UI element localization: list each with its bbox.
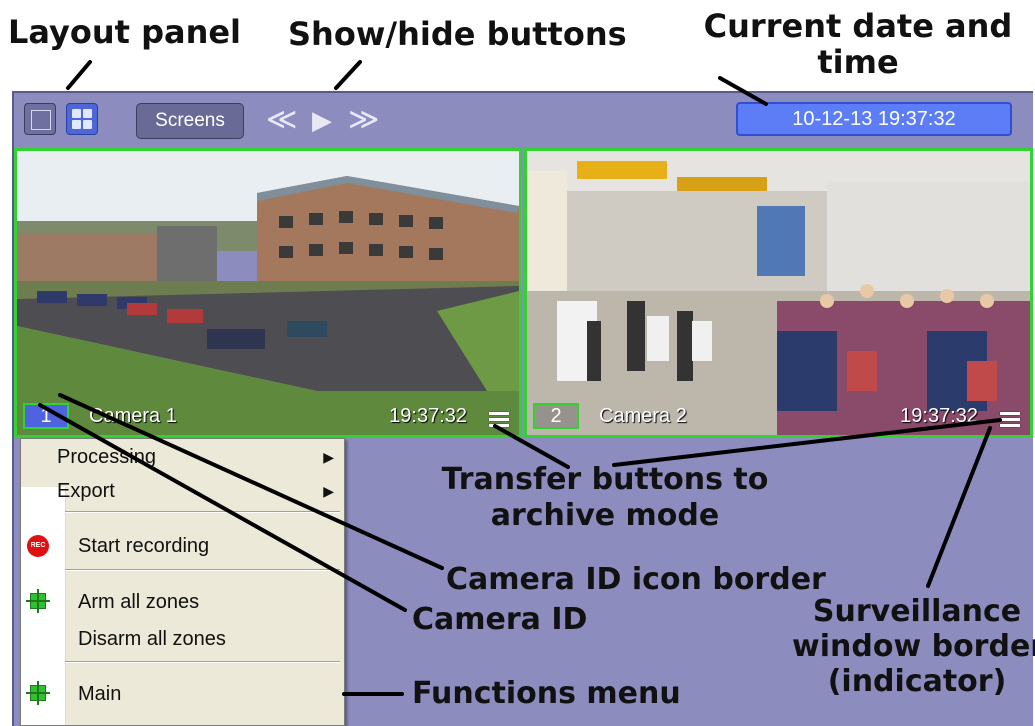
- callout-surveillance-border: Surveillance window border (indicator): [792, 594, 1035, 699]
- functions-menu: Processing ▶ Export ▶ REC Start recordin…: [20, 438, 345, 726]
- menu-item-main[interactable]: Main: [21, 679, 344, 709]
- menu-separator: [65, 661, 340, 663]
- camera-id-badge[interactable]: 2: [533, 403, 579, 429]
- play-button[interactable]: ▶: [312, 105, 332, 135]
- callout-transfer-buttons: Transfer buttons to archive mode: [440, 462, 770, 534]
- single-layout-icon: [31, 110, 51, 130]
- menu-item-export[interactable]: Export ▶: [21, 476, 344, 506]
- record-icon: REC: [27, 535, 49, 557]
- screens-button[interactable]: Screens: [136, 103, 244, 139]
- menu-separator: [65, 569, 340, 571]
- current-datetime: 10-12-13 19:37:32: [736, 102, 1012, 136]
- main-function-icon: [26, 681, 50, 705]
- menu-lines-icon: [489, 412, 509, 415]
- menu-item-disarm-all-zones[interactable]: Disarm all zones: [21, 624, 344, 654]
- callout-transfer-line1: Transfer buttons to: [441, 462, 769, 497]
- callout-functions-menu: Functions menu: [412, 676, 681, 711]
- callout-date-time-line2: time: [817, 43, 899, 81]
- menu-item-label: Disarm all zones: [78, 628, 226, 650]
- callout-surveillance-line2: window border: [792, 629, 1035, 664]
- callout-surveillance-line1: Surveillance: [812, 594, 1022, 629]
- callout-date-time: Current date and time: [698, 8, 1018, 80]
- callout-transfer-line2: archive mode: [490, 498, 720, 533]
- callout-camera-id-border: Camera ID icon border: [446, 562, 826, 597]
- show-right-button[interactable]: ≫: [348, 105, 379, 135]
- callout-surveillance-line3: (indicator): [827, 664, 1007, 699]
- archive-mode-button[interactable]: [485, 407, 513, 431]
- callout-layout-panel: Layout panel: [8, 13, 242, 51]
- camera-id-badge[interactable]: 1: [23, 403, 69, 429]
- callout-camera-id: Camera ID: [412, 602, 588, 637]
- grid-layout-button[interactable]: [66, 103, 98, 135]
- camera-tile-2[interactable]: 2 Camera 2 19:37:32: [524, 148, 1033, 438]
- menu-item-label: Processing: [57, 446, 156, 468]
- camera-name: Camera 1: [89, 405, 177, 427]
- zone-arm-icon: [26, 589, 50, 613]
- menu-item-processing[interactable]: Processing ▶: [21, 442, 344, 472]
- leader-line-show-hide: [334, 60, 362, 90]
- leader-line-layout: [66, 60, 92, 90]
- hide-left-button[interactable]: ≪: [266, 105, 297, 135]
- menu-item-label: Arm all zones: [78, 591, 200, 613]
- menu-lines-icon: [1000, 412, 1020, 415]
- camera-time: 19:37:32: [900, 405, 978, 427]
- camera-time: 19:37:32: [389, 405, 467, 427]
- callout-date-time-line1: Current date and: [703, 7, 1013, 45]
- camera-2-feed: [527, 151, 1030, 435]
- grid-layout-icon: [72, 109, 81, 118]
- menu-item-label: Start recording: [78, 535, 210, 557]
- menu-item-arm-all-zones[interactable]: Arm all zones: [21, 587, 344, 617]
- archive-mode-button[interactable]: [996, 407, 1024, 431]
- submenu-arrow-icon: ▶: [323, 483, 334, 499]
- camera-tile-1[interactable]: 1 Camera 1 19:37:32: [14, 148, 522, 438]
- camera-1-feed: [17, 151, 519, 435]
- submenu-arrow-icon: ▶: [323, 449, 334, 465]
- menu-item-start-recording[interactable]: REC Start recording: [21, 531, 344, 561]
- menu-separator: [65, 511, 340, 513]
- callout-show-hide-buttons: Show/hide buttons: [288, 15, 627, 53]
- single-layout-button[interactable]: [24, 103, 56, 135]
- camera-name: Camera 2: [599, 405, 687, 427]
- menu-item-label: Main: [78, 683, 122, 705]
- menu-item-label: Export: [57, 480, 115, 502]
